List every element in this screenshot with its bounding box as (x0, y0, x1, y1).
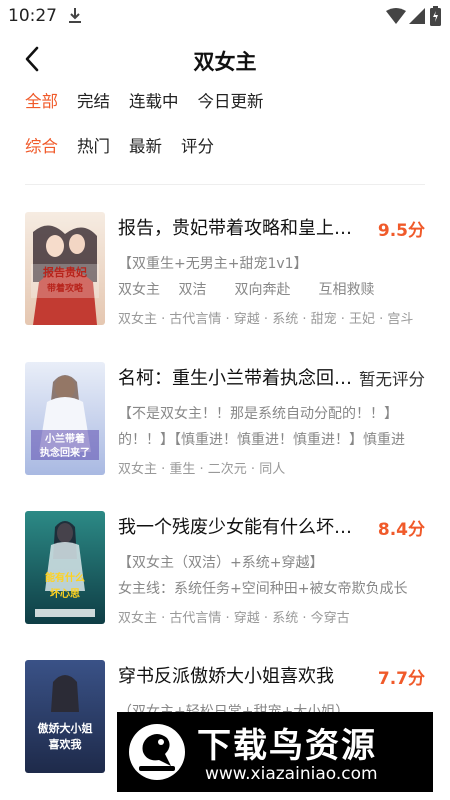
page-title: 双女主 (193, 50, 257, 74)
book-cover-image: 傲娇大小姐 喜欢我 (25, 660, 105, 773)
book-title: 名柯：重生小兰带着执念回来了 (118, 368, 358, 389)
watermark-title: 下载鸟资源 (197, 726, 377, 766)
svg-text:傲娇大小姐: 傲娇大小姐 (38, 721, 93, 735)
book-title: 报告，贵妃带着攻略和皇上私奔了 (118, 218, 358, 239)
book-cover-image: 小兰带着 执念回来了 (25, 362, 105, 475)
book-desc-line-1: 【不是双女主！！那是系统自动分配的！！】 (118, 406, 398, 422)
book-cover-image: 报告贵妃 带着攻略 (25, 212, 105, 325)
book-desc-line-1: 【双女主（双洁）+系统+穿越】 (118, 555, 324, 571)
book-score: 暂无评分 (359, 370, 425, 389)
svg-text:能有什么: 能有什么 (45, 571, 85, 584)
divider (25, 184, 425, 185)
filter-updated-today[interactable]: 今日更新 (198, 89, 264, 115)
book-desc-line-2: 的！！】【慎重进！慎重进！慎重进！】慎重进 (118, 432, 405, 448)
status-time: 10:27 (8, 6, 57, 26)
sort-overall[interactable]: 综合 (25, 134, 58, 160)
sort-popular[interactable]: 热门 (77, 134, 110, 160)
watermark-banner: 下载鸟资源 www.xiazainiao.com (117, 712, 433, 792)
book-desc-line-1: 【双重生+无男主+甜宠1v1】 (118, 256, 308, 272)
sort-newest[interactable]: 最新 (129, 134, 162, 160)
book-cover-image: 能有什么 坏心思 (25, 511, 105, 624)
book-tags: 双女主 · 重生 · 二次元 · 同人 (118, 462, 286, 477)
book-score: 9.5分 (377, 221, 425, 241)
app-header: 双女主 (0, 36, 450, 82)
svg-text:喜欢我: 喜欢我 (49, 737, 82, 751)
book-desc-line-2: 双女主 双洁 双向奔赴 互相救赎 (118, 282, 375, 298)
book-desc-line-2: 女主线：系统任务+空间种田+被女帝欺负成长 (118, 581, 408, 597)
book-tags: 双女主 · 古代言情 · 穿越 · 系统 · 今穿古 (118, 611, 350, 626)
svg-text:小兰带着: 小兰带着 (44, 432, 85, 445)
filter-all[interactable]: 全部 (25, 89, 58, 115)
sort-rating[interactable]: 评分 (181, 134, 214, 160)
svg-text:带着攻略: 带着攻略 (47, 282, 84, 294)
download-icon (69, 8, 81, 23)
book-tags: 双女主 · 古代言情 · 穿越 · 系统 · 甜宠 · 王妃 · 宫斗 (118, 312, 414, 327)
book-item[interactable]: 小兰带着 执念回来了 名柯：重生小兰带着执念回来了 暂无评分 【不是双女主！！那… (25, 362, 425, 477)
status-filter: 全部 完结 连载中 今日更新 (25, 89, 283, 115)
book-title: 穿书反派傲娇大小姐喜欢我 (118, 666, 334, 687)
sort-filter: 综合 热门 最新 评分 (25, 134, 233, 160)
book-item[interactable]: 报告贵妃 带着攻略 报告，贵妃带着攻略和皇上私奔了 9.5分 【双重生+无男主+… (25, 212, 425, 327)
svg-text:报告贵妃: 报告贵妃 (43, 265, 87, 279)
book-title: 我一个残废少女能有什么坏心思 (118, 517, 358, 538)
filter-completed[interactable]: 完结 (77, 89, 110, 115)
svg-text:执念回来了: 执念回来了 (40, 446, 90, 459)
watermark-url: www.xiazainiao.com (205, 764, 378, 784)
signal-icon (409, 8, 425, 24)
status-bar: 10:27 (0, 0, 450, 32)
bird-logo-icon (129, 724, 185, 780)
battery-icon (430, 6, 441, 26)
wifi-icon (386, 8, 406, 24)
book-score: 8.4分 (377, 520, 425, 540)
filter-ongoing[interactable]: 连载中 (129, 89, 179, 115)
book-score: 7.7分 (377, 669, 425, 689)
svg-text:坏心思: 坏心思 (50, 588, 80, 600)
book-item[interactable]: 能有什么 坏心思 我一个残废少女能有什么坏心思 8.4分 【双女主（双洁）+系统… (25, 511, 425, 626)
